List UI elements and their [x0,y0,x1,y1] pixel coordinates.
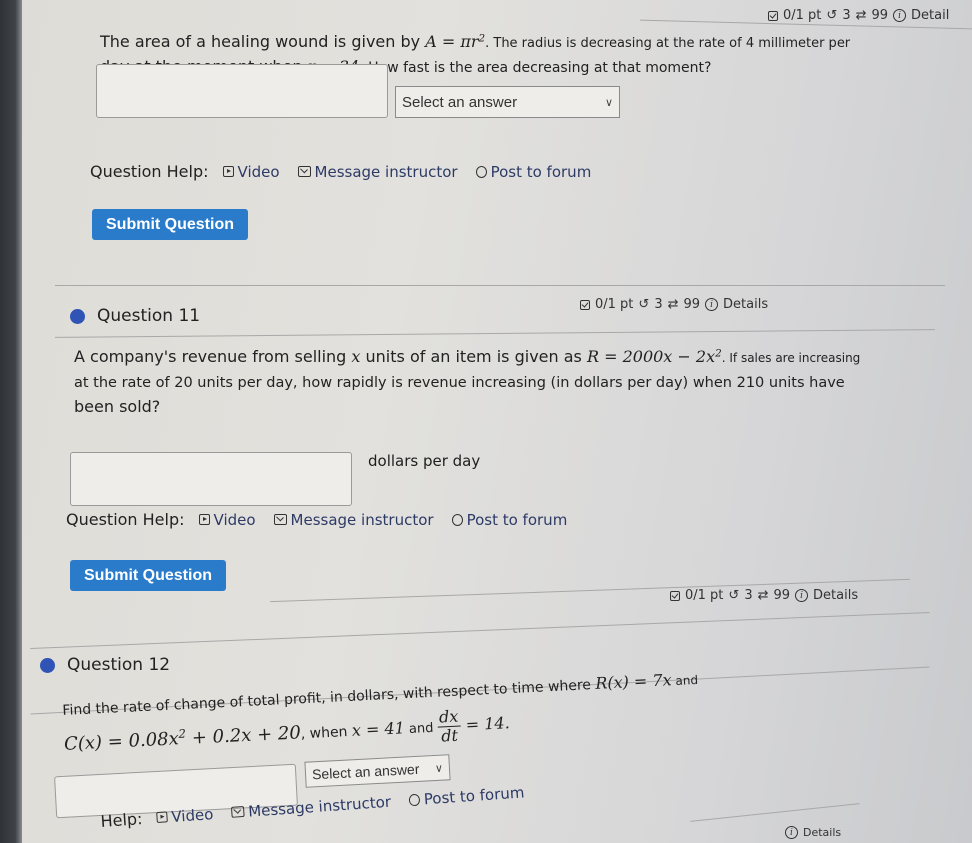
info-icon[interactable]: i [795,589,809,602]
submit-question-button[interactable]: Submit Question [92,209,248,240]
question-11-header: Question 11 [70,306,200,326]
attempts-icon: ⇄ [757,588,769,603]
details-link[interactable]: Detail [911,8,949,23]
forum-icon [451,513,463,526]
checkbox-icon [580,299,590,310]
points: 0/1 pt [783,8,822,23]
unit-label: dollars per day [368,452,481,470]
divider [55,285,945,286]
formula-cost: C(x) = 0.08x2 + 0.2x + 20 [63,722,302,755]
retries: 3 [842,8,851,23]
retries: 3 [654,297,663,312]
video-icon [222,166,234,177]
video-link[interactable]: Video [222,163,280,181]
formula-revenue: R(x) = 7x [594,670,673,693]
question-12-text: Find the rate of change of total profit,… [62,670,699,755]
submit-question-button[interactable]: Submit Question [70,560,226,591]
info-icon[interactable]: i [785,826,798,839]
q11-answer-input[interactable] [70,452,352,506]
attempts: 99 [871,8,889,23]
video-icon [198,514,210,525]
retries: 3 [744,588,753,603]
window-edge [0,0,22,843]
attempts-icon: ⇄ [855,8,867,23]
chevron-down-icon: ∨ [434,762,444,775]
video-link[interactable]: Video [156,805,214,827]
question-11-text: A company's revenue from selling x units… [74,347,861,416]
retry-icon: ↺ [638,297,650,312]
question-title: Question 11 [97,306,201,326]
question-12-score: 0/1 pt ↺ 3 ⇄ 99 i Details [670,588,858,603]
mail-icon [273,514,287,525]
info-icon[interactable]: i [705,298,719,311]
forum-icon [408,793,421,806]
attempts-icon: ⇄ [667,297,679,312]
attempts: 99 [683,297,701,312]
retry-icon: ↺ [826,8,838,23]
details-link[interactable]: Details [723,297,768,312]
video-icon [156,811,168,824]
top-question-score: 0/1 pt ↺ 3 ⇄ 99 i Detail [768,8,949,23]
attempts: 99 [773,588,791,603]
top-question-help: Question Help: Video Message instructor … [90,162,592,181]
divider [55,329,935,338]
details-link[interactable]: Details [813,588,858,603]
top-unit-select[interactable]: Select an answer ∨ [395,86,620,118]
q12-unit-select[interactable]: Select an answer ∨ [304,754,451,788]
next-question-score: i Details [785,826,841,839]
mail-icon [297,166,311,177]
question-status-dot [70,308,85,324]
chevron-down-icon: ∨ [604,96,613,109]
question-11-help: Question Help: Video Message instructor … [66,510,568,529]
post-to-forum-link[interactable]: Post to forum [408,783,525,809]
message-instructor-link[interactable]: Message instructor [297,163,458,181]
question-status-dot [40,657,55,673]
mail-icon [230,805,245,818]
info-icon[interactable]: i [893,9,907,22]
points: 0/1 pt [595,297,634,312]
divider [690,803,860,822]
formula-area: A = πr2 [425,32,486,51]
details-link[interactable]: Details [803,826,841,839]
checkbox-icon [768,10,778,21]
forum-icon [475,165,487,178]
checkbox-icon [670,590,680,601]
message-instructor-link[interactable]: Message instructor [273,511,434,529]
points: 0/1 pt [685,588,724,603]
post-to-forum-link[interactable]: Post to forum [451,511,567,529]
retry-icon: ↺ [728,588,740,603]
post-to-forum-link[interactable]: Post to forum [475,163,591,181]
top-answer-input[interactable] [96,64,388,118]
formula-revenue: R = 2000x − 2x2 [586,347,722,366]
fraction-dx-dt: dx dt [436,707,462,746]
video-link[interactable]: Video [198,511,256,529]
question-11-score: 0/1 pt ↺ 3 ⇄ 99 i Details [580,297,768,312]
